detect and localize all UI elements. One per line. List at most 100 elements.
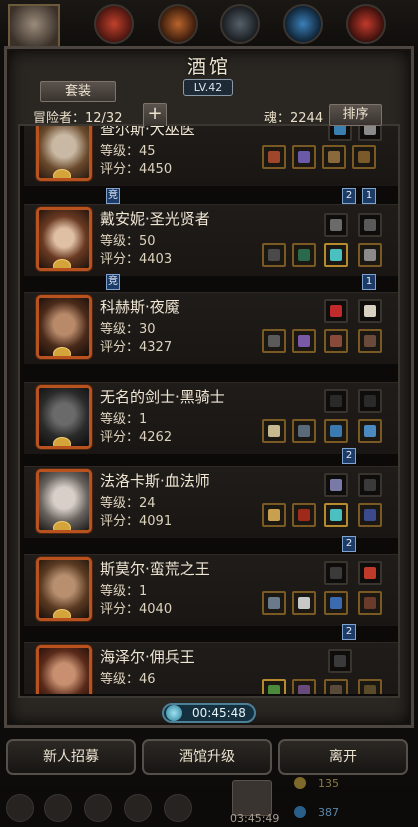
equipment-slot[interactable]	[358, 419, 382, 443]
equipment-slot[interactable]	[324, 419, 348, 443]
helmet-icon[interactable]	[220, 4, 260, 44]
equipment-slot[interactable]	[358, 329, 382, 353]
shield-icon[interactable]	[158, 4, 198, 44]
hero-row[interactable]: 查尔斯·大巫医 等级：45 评分：4450	[24, 126, 398, 186]
compete-badge: 竞	[106, 188, 120, 204]
hero-portrait	[36, 126, 92, 181]
equipment-slot[interactable]	[324, 243, 348, 267]
equipment-slot[interactable]	[358, 561, 382, 585]
hero-level: 等级：1	[100, 412, 148, 427]
equipment-slot[interactable]	[358, 679, 382, 694]
equipment-slot[interactable]	[292, 243, 316, 267]
equipment-slot[interactable]	[262, 145, 286, 169]
hero-portrait	[36, 645, 92, 694]
equipment-slot[interactable]	[324, 591, 348, 615]
star-badge: 1	[362, 188, 376, 204]
hero-portrait	[36, 469, 92, 533]
equipment-slot[interactable]	[358, 213, 382, 237]
equipment-slot[interactable]	[262, 329, 286, 353]
equipment-slot[interactable]	[292, 679, 316, 694]
hero-name: 戴安妮·圣光贤者	[100, 210, 210, 228]
nav-icon[interactable]	[6, 794, 34, 822]
page-title: 酒馆	[186, 56, 231, 78]
hero-level: 等级：30	[100, 322, 156, 337]
hero-row[interactable]: 科赫斯·夜魇 等级：30 评分：4327	[24, 292, 398, 364]
hero-level: 等级：1	[100, 584, 148, 599]
moon-icon	[53, 609, 71, 618]
nav-icon[interactable]	[164, 794, 192, 822]
equipment-slot[interactable]	[324, 213, 348, 237]
equipment-slot[interactable]	[358, 473, 382, 497]
equipment-slot[interactable]	[262, 679, 286, 694]
hero-score: 评分：4450	[100, 162, 173, 177]
equipment-slot[interactable]	[324, 503, 348, 527]
clock-icon	[166, 705, 182, 721]
star-badge: 2	[342, 624, 356, 640]
recruit-button[interactable]: 新人招募	[6, 739, 136, 775]
hero-level: 等级：45	[100, 144, 156, 159]
equipment-slot[interactable]	[292, 503, 316, 527]
hero-row[interactable]: 戴安妮·圣光贤者 等级：50 评分：4403	[24, 204, 398, 276]
equipment-slot[interactable]	[328, 649, 352, 673]
leave-button[interactable]: 离开	[278, 739, 408, 775]
hero-score: 评分：4040	[100, 602, 173, 617]
star-badge: 2	[342, 448, 356, 464]
fire-icon[interactable]	[94, 4, 134, 44]
sort-button[interactable]: 排序	[329, 104, 382, 126]
coin-icon	[294, 777, 306, 789]
equipment-slot[interactable]	[262, 243, 286, 267]
crystal-icon[interactable]	[283, 4, 323, 44]
hero-portrait	[36, 295, 92, 359]
tavern-upgrade-button[interactable]: 酒馆升级	[142, 739, 272, 775]
equipment-slot[interactable]	[324, 561, 348, 585]
coin-count: 135	[318, 777, 339, 790]
compete-badge: 竞	[106, 274, 120, 290]
chest-icon[interactable]	[232, 780, 272, 816]
equipment-slot[interactable]	[352, 145, 376, 169]
star-badge: 1	[362, 274, 376, 290]
equipment-slot[interactable]	[262, 503, 286, 527]
flame-icon[interactable]	[346, 4, 386, 44]
hero-score: 评分：4262	[100, 430, 173, 445]
plus-icon[interactable]: +	[143, 103, 167, 127]
equipment-slot[interactable]	[292, 591, 316, 615]
souls-counter: 魂：2244	[264, 111, 324, 126]
nav-icon[interactable]	[84, 794, 112, 822]
equipment-slot[interactable]	[324, 679, 348, 694]
equipment-slot[interactable]	[358, 126, 382, 141]
equipment-slot[interactable]	[292, 145, 316, 169]
nav-icon[interactable]	[124, 794, 152, 822]
equipment-slot[interactable]	[358, 389, 382, 413]
equipment-slot[interactable]	[322, 145, 346, 169]
equipment-slot[interactable]	[262, 591, 286, 615]
hero-name: 无名的剑士·黑骑士	[100, 388, 225, 406]
set-button[interactable]: 套装	[40, 81, 116, 102]
hero-name: 科赫斯·夜魇	[100, 298, 180, 316]
equipment-slot[interactable]	[328, 126, 352, 141]
equipment-slot[interactable]	[358, 299, 382, 323]
moon-icon	[53, 437, 71, 446]
hero-row[interactable]: 无名的剑士·黑骑士 等级：1 评分：4262	[24, 382, 398, 454]
moon-icon	[53, 169, 71, 178]
equipment-slot[interactable]	[358, 503, 382, 527]
gem-icon	[294, 806, 306, 818]
equipment-slot[interactable]	[358, 591, 382, 615]
nav-icon[interactable]	[44, 794, 72, 822]
equipment-slot[interactable]	[324, 299, 348, 323]
hero-name: 海泽尔·佣兵王	[100, 648, 195, 666]
moon-icon	[53, 347, 71, 356]
hero-score: 评分：4403	[100, 252, 173, 267]
equipment-slot[interactable]	[262, 419, 286, 443]
equipment-slot[interactable]	[324, 473, 348, 497]
equipment-slot[interactable]	[292, 329, 316, 353]
hero-level: 等级：46	[100, 672, 156, 687]
hero-list[interactable]: 查尔斯·大巫医 等级：45 评分：4450 竞 2 1 戴安妮·圣光贤者 等级：…	[20, 126, 398, 694]
hero-row[interactable]: 法洛卡斯·血法师 等级：24 评分：4091	[24, 466, 398, 538]
equipment-slot[interactable]	[292, 419, 316, 443]
equipment-slot[interactable]	[358, 243, 382, 267]
equipment-slot[interactable]	[324, 329, 348, 353]
hero-score: 评分：4327	[100, 340, 173, 355]
hero-row[interactable]: 海泽尔·佣兵王 等级：46	[24, 642, 398, 694]
equipment-slot[interactable]	[324, 389, 348, 413]
hero-row[interactable]: 斯莫尔·蛮荒之王 等级：1 评分：4040	[24, 554, 398, 626]
